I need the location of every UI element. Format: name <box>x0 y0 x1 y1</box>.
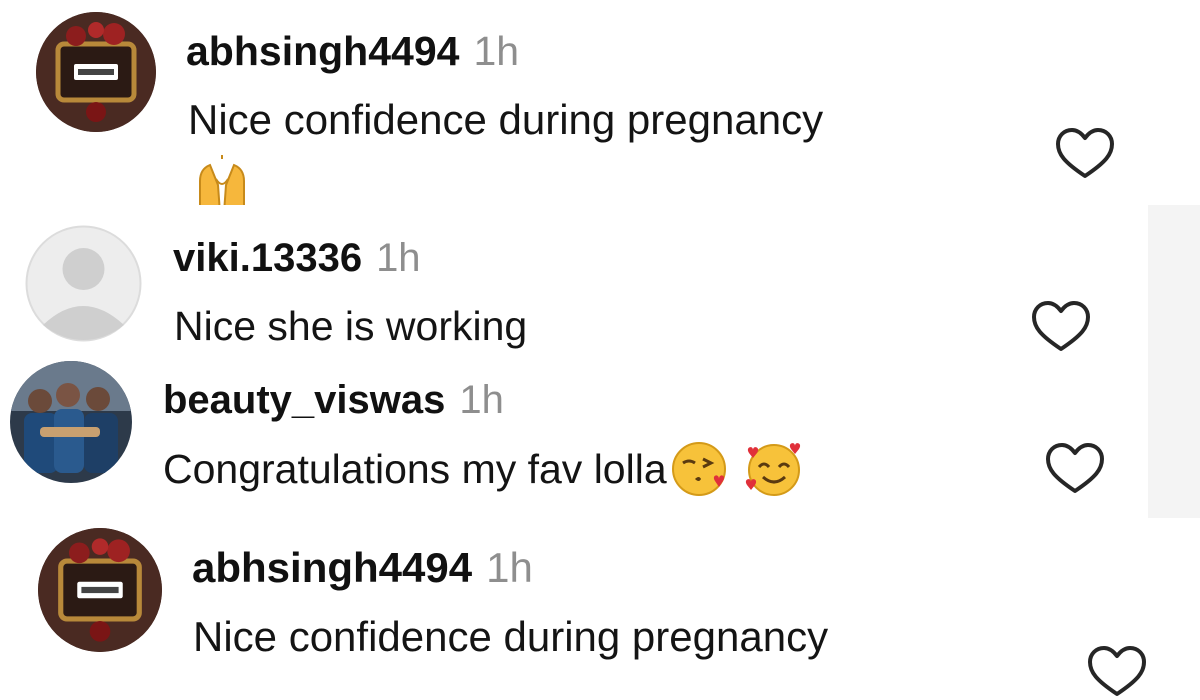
username-link[interactable]: viki.13336 <box>173 236 362 280</box>
praising-hands-emoji <box>192 155 252 205</box>
comment-header: viki.13336 1h <box>173 238 421 278</box>
user-avatar[interactable] <box>25 225 142 342</box>
comment-text: Nice confidence during pregnancy <box>193 613 829 660</box>
comment-text: Nice confidence during pregnancy <box>188 96 824 143</box>
comment-item: viki.13336 1h Nice she is working <box>0 205 1200 355</box>
like-heart-icon[interactable] <box>1054 126 1116 182</box>
timestamp[interactable]: 1h <box>376 236 421 280</box>
username-link[interactable]: abhsingh4494 <box>186 28 459 74</box>
user-avatar[interactable] <box>38 528 162 652</box>
comment-item: abhsingh4494 1h Nice confidence during pr… <box>0 0 1200 205</box>
user-avatar[interactable] <box>10 361 132 483</box>
username-link[interactable]: beauty_viswas <box>163 378 445 422</box>
username-link[interactable]: abhsingh4494 <box>192 544 472 591</box>
timestamp[interactable]: 1h <box>473 28 519 74</box>
comment-header: beauty_viswas 1h <box>163 380 504 420</box>
comment-text: Nice she is working <box>174 303 528 349</box>
smiling-face-with-hearts-emoji <box>743 441 805 497</box>
comment-header: abhsingh4494 1h <box>192 547 533 589</box>
comment-text: Congratulations my fav lolla <box>163 442 805 497</box>
like-heart-icon[interactable] <box>1044 441 1106 497</box>
comment-item: beauty_viswas 1h Congratulations my fav l… <box>0 355 1200 520</box>
timestamp[interactable]: 1h <box>486 544 533 591</box>
timestamp[interactable]: 1h <box>459 378 504 422</box>
user-avatar[interactable] <box>36 12 156 132</box>
comment-header: abhsingh4494 1h <box>186 31 519 72</box>
like-heart-icon[interactable] <box>1030 299 1092 355</box>
like-heart-icon[interactable] <box>1086 644 1148 700</box>
face-blowing-kiss-emoji <box>671 441 731 497</box>
comment-item: abhsingh4494 1h Nice confidence during pr… <box>0 520 1200 696</box>
